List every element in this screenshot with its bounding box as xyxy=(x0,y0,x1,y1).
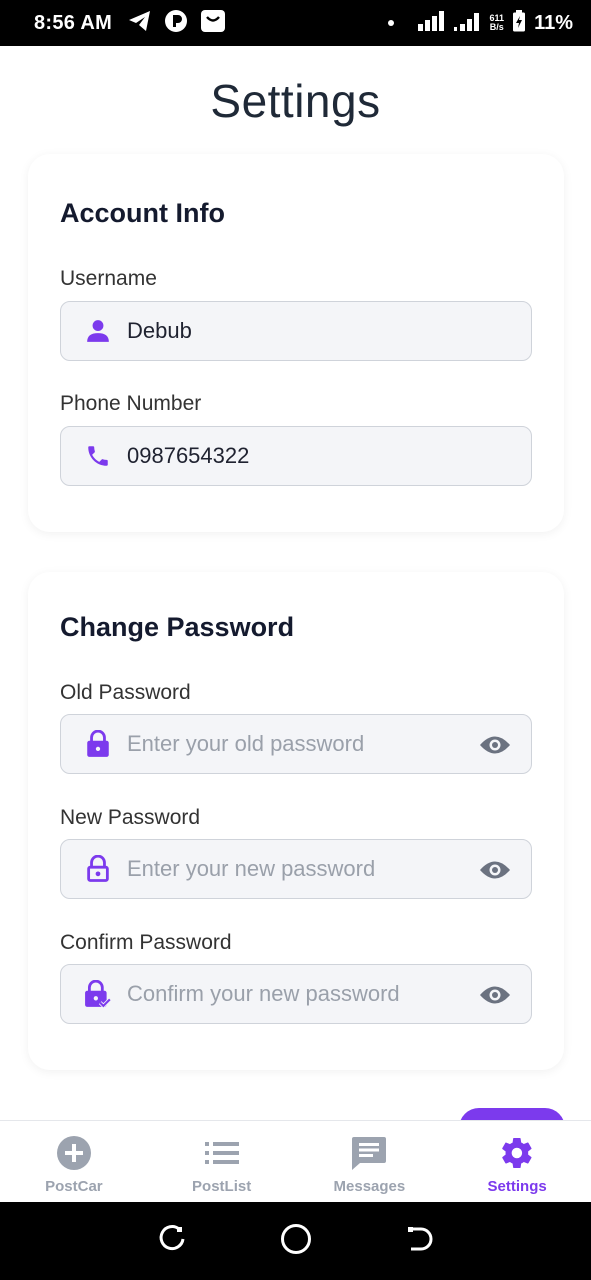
net-speed: 611 B/s xyxy=(489,13,505,32)
account-info-heading: Account Info xyxy=(60,198,225,228)
eye-icon[interactable] xyxy=(479,979,511,1011)
nav-item-postcar[interactable]: PostCar xyxy=(0,1121,148,1202)
confirm-password-label: Confirm Password xyxy=(60,931,232,954)
shop-icon xyxy=(200,8,226,39)
new-password-input[interactable] xyxy=(127,856,457,882)
old-password-input[interactable] xyxy=(127,731,457,757)
lock-outline-icon xyxy=(83,854,113,884)
nav-item-messages[interactable]: Messages xyxy=(296,1121,444,1202)
nav-label-postcar: PostCar xyxy=(45,1178,103,1195)
account-info-card: Account Info Username Debub Phone Number… xyxy=(28,154,564,532)
system-nav-bar xyxy=(0,1202,591,1280)
telegram-icon xyxy=(128,10,152,37)
notification-dot-icon xyxy=(387,20,394,26)
status-right: 611 B/s 11% xyxy=(387,9,573,37)
new-password-label: New Password xyxy=(60,806,201,829)
username-label: Username xyxy=(60,267,157,290)
back-icon[interactable] xyxy=(405,1224,435,1259)
new-password-field[interactable] xyxy=(60,839,532,899)
nav-label-postlist: PostList xyxy=(192,1178,252,1195)
signal-icon xyxy=(417,10,446,36)
confirm-password-field[interactable] xyxy=(60,964,532,1024)
home-icon[interactable] xyxy=(280,1223,312,1260)
nav-label-messages: Messages xyxy=(333,1178,406,1195)
nav-item-settings[interactable]: Settings xyxy=(443,1121,591,1202)
app-badge-icon xyxy=(164,9,188,38)
add-circle-icon xyxy=(56,1135,92,1171)
eye-icon[interactable] xyxy=(479,729,511,761)
status-time: 8:56 AM xyxy=(34,11,113,34)
status-bar: 8:56 AM 611 B/s 11% xyxy=(0,0,591,46)
signal-2-icon xyxy=(453,11,482,36)
list-icon xyxy=(204,1135,240,1171)
phone-field[interactable]: 0987654322 xyxy=(60,426,532,486)
notification-icons xyxy=(128,8,226,39)
phone-value: 0987654322 xyxy=(127,443,250,468)
eye-icon[interactable] xyxy=(479,854,511,886)
confirm-password-input[interactable] xyxy=(127,981,457,1007)
change-password-card: Change Password Old Password New Passwor… xyxy=(28,572,564,1070)
change-password-heading: Change Password xyxy=(60,612,295,642)
username-value: Debub xyxy=(127,318,192,343)
username-field[interactable]: Debub xyxy=(60,301,532,361)
lock-check-icon xyxy=(83,979,113,1009)
phone-label: Phone Number xyxy=(60,392,202,415)
bottom-nav: PostCar PostList Messages Settings xyxy=(0,1120,591,1202)
phone-icon xyxy=(83,441,113,471)
old-password-label: Old Password xyxy=(60,681,191,704)
recents-icon[interactable] xyxy=(157,1224,187,1259)
page-title: Settings xyxy=(210,75,381,127)
gear-icon xyxy=(499,1135,535,1171)
battery-icon xyxy=(512,9,526,37)
lock-icon xyxy=(83,729,113,759)
old-password-field[interactable] xyxy=(60,714,532,774)
battery-percent: 11% xyxy=(534,11,573,34)
nav-item-postlist[interactable]: PostList xyxy=(148,1121,296,1202)
nav-label-settings: Settings xyxy=(487,1178,547,1195)
message-icon xyxy=(351,1135,387,1171)
user-icon xyxy=(83,316,113,346)
